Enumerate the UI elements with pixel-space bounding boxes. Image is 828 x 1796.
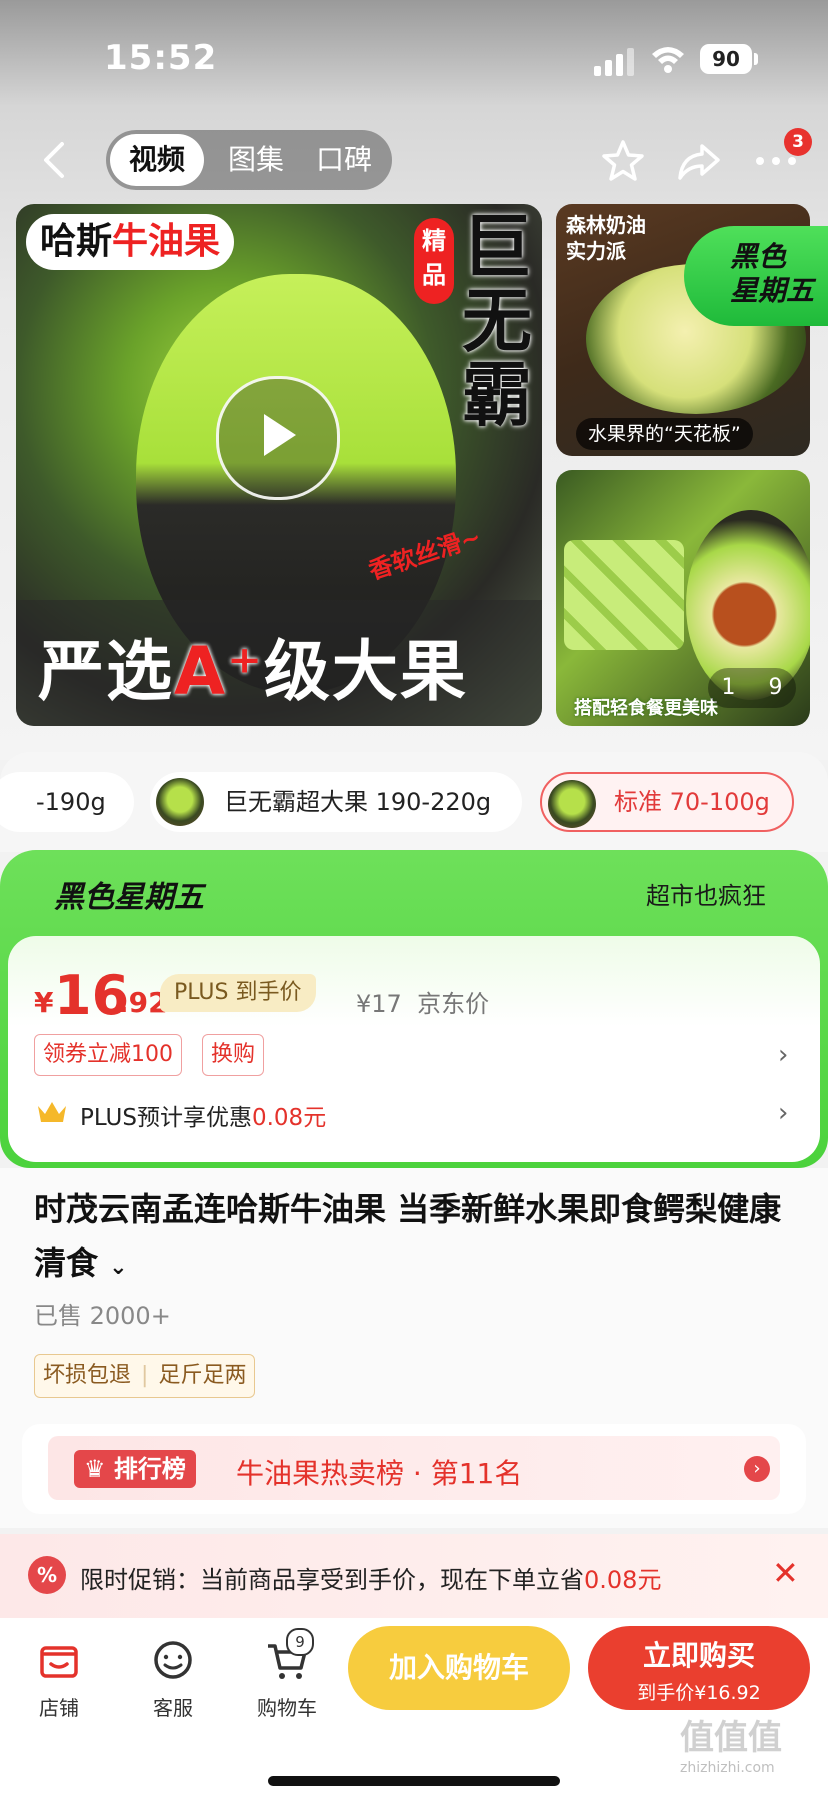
variant-option[interactable]: 巨无霸超大果 190-220g [150, 772, 522, 832]
variant-selector: -190g 巨无霸超大果 190-220g 标准 70-100g [0, 752, 828, 852]
media-tag-black: 哈斯 [40, 221, 113, 262]
watermark-url: zhizhizhi.com [680, 1760, 775, 1776]
service-label: 客服 [153, 1696, 193, 1720]
chat-icon [154, 1641, 192, 1679]
cart-label: 购物车 [257, 1696, 317, 1720]
page-indicator: 1 9 [708, 668, 796, 708]
discount-icon: % [28, 1556, 66, 1594]
jd-price: ¥17 京东价 [356, 990, 490, 1018]
trophy-icon: ♛ [84, 1455, 114, 1483]
coupon-exchange[interactable]: 换购 [202, 1034, 265, 1076]
flash-promo-value: 0.08元 [584, 1566, 662, 1594]
avocado-cubes-image [564, 540, 684, 650]
sold-count: 已售 2000+ [34, 1302, 171, 1330]
thumb-title: 森林奶油 实力派 [566, 213, 646, 263]
tab-video[interactable]: 视频 [110, 134, 204, 186]
cellular-signal-icon [594, 46, 638, 76]
tab-reviews[interactable]: 口碑 [300, 130, 388, 190]
chevron-right-icon[interactable]: › [778, 1040, 788, 1070]
store-icon [40, 1646, 78, 1678]
cart-badge: 9 [286, 1628, 314, 1656]
buy-now-price: 到手价¥16.92 [637, 1682, 761, 1704]
ranking-text: 牛油果热卖榜 · 第11名 [236, 1457, 523, 1490]
tab-gallery[interactable]: 图集 [212, 130, 300, 190]
customer-service-button[interactable]: 客服 [128, 1638, 218, 1721]
play-button[interactable] [216, 376, 340, 500]
page-total: 9 [768, 675, 783, 700]
plus-savings-label: PLUS预计享优惠 [80, 1105, 252, 1131]
arrow-right-icon[interactable]: › [744, 1456, 770, 1482]
plus-savings-value: 0.08元 [251, 1105, 327, 1131]
battery-tip [754, 53, 758, 65]
media-tabs: 视频 图集 口碑 [106, 130, 392, 190]
grade-suffix: 级大果 [263, 633, 468, 710]
plus-savings[interactable]: PLUS预计享优惠0.08元 [80, 1098, 326, 1132]
media-tag-red: 牛油果 [112, 221, 221, 262]
grade-value: A⁺ [174, 633, 264, 710]
flash-promo-message: 限时促销：当前商品享受到手价，现在下单立省 [80, 1566, 584, 1594]
tag-divider: | [141, 1363, 149, 1388]
close-icon[interactable]: ✕ [772, 1554, 799, 1592]
store-button[interactable]: 店铺 [14, 1638, 104, 1721]
wifi-icon [652, 47, 684, 73]
flash-promo-banner: % 限时促销：当前商品享受到手价，现在下单立省0.08元 ✕ [0, 1534, 828, 1618]
status-time: 15:52 [104, 38, 218, 78]
flash-promo-text: 限时促销：当前商品享受到手价，现在下单立省0.08元 [80, 1560, 661, 1595]
variant-option[interactable]: -190g [0, 772, 134, 832]
watermark: 值值值 [680, 1718, 782, 1758]
variant-thumbnail [548, 780, 596, 828]
ranking-banner: ♛ 排行榜 牛油果热卖榜 · 第11名 › [48, 1436, 780, 1500]
variant-label: -190g [36, 788, 106, 816]
thumb-caption: 水果界的“天花板” [576, 418, 753, 450]
more-badge: 3 [784, 128, 812, 156]
promo-slogan: 超市也疯狂 [646, 882, 766, 910]
plus-price-tag: PLUS 到手价 [160, 974, 316, 1012]
black-friday-badge: 黑色 星期五 [684, 226, 828, 326]
buy-now-label: 立即购买 [642, 1639, 755, 1672]
ranking-label-text: 排行榜 [113, 1455, 186, 1483]
grade-text: 严选A⁺级大果 [38, 618, 468, 714]
variant-label: 标准 70-100g [614, 788, 770, 816]
share-icon[interactable] [676, 140, 722, 184]
variant-option-selected[interactable]: 标准 70-100g [540, 772, 794, 832]
coupon-discount[interactable]: 领券立减100 [34, 1034, 182, 1076]
media-tag: 哈斯牛油果 [26, 214, 235, 270]
variant-label: 巨无霸超大果 190-220g [224, 788, 492, 816]
product-title-text: 时茂云南孟连哈斯牛油果 当季新鲜水果即食鳄梨健康清食 [34, 1190, 782, 1282]
service-tags[interactable]: 坏损包退 | 足斤足两 [34, 1354, 256, 1398]
variant-thumbnail [156, 778, 204, 826]
page-current: 1 [721, 675, 736, 700]
cart-button[interactable]: 9 购物车 [242, 1628, 332, 1721]
chevron-right-icon[interactable]: › [778, 1098, 788, 1128]
battery-indicator: 90 [700, 44, 752, 74]
main-video[interactable]: 哈斯牛油果 精品 巨无霸 香软丝滑~ 严选A⁺级大果 [16, 204, 542, 726]
buy-now-button[interactable]: 立即购买 到手价¥16.92 [588, 1626, 810, 1710]
ranking-card[interactable]: ♛ 排行榜 牛油果热卖榜 · 第11名 › [22, 1424, 806, 1514]
favorite-star-icon[interactable] [600, 138, 646, 184]
ranking-label: ♛ 排行榜 [74, 1450, 196, 1488]
service-tag: 坏损包退 [43, 1363, 132, 1388]
product-title[interactable]: 时茂云南孟连哈斯牛油果 当季新鲜水果即食鳄梨健康清食 ⌄ [34, 1182, 804, 1295]
play-icon [264, 414, 296, 456]
chevron-down-icon[interactable]: ⌄ [109, 1255, 127, 1280]
thumb-caption: 搭配轻食餐更美味 [574, 698, 718, 719]
service-tag: 足斤足两 [158, 1363, 247, 1388]
premium-badge: 精品 [414, 218, 454, 304]
grade-prefix: 严选 [38, 633, 174, 710]
home-indicator [268, 1776, 560, 1786]
promo-title: 黑色星期五 [54, 880, 204, 915]
crown-icon [38, 1102, 66, 1122]
back-arrow-icon[interactable] [36, 140, 76, 180]
add-to-cart-button[interactable]: 加入购物车 [348, 1626, 570, 1710]
headline-text: 巨无霸 [462, 206, 532, 436]
price-symbol: ¥ [34, 986, 54, 1019]
store-label: 店铺 [39, 1696, 79, 1720]
